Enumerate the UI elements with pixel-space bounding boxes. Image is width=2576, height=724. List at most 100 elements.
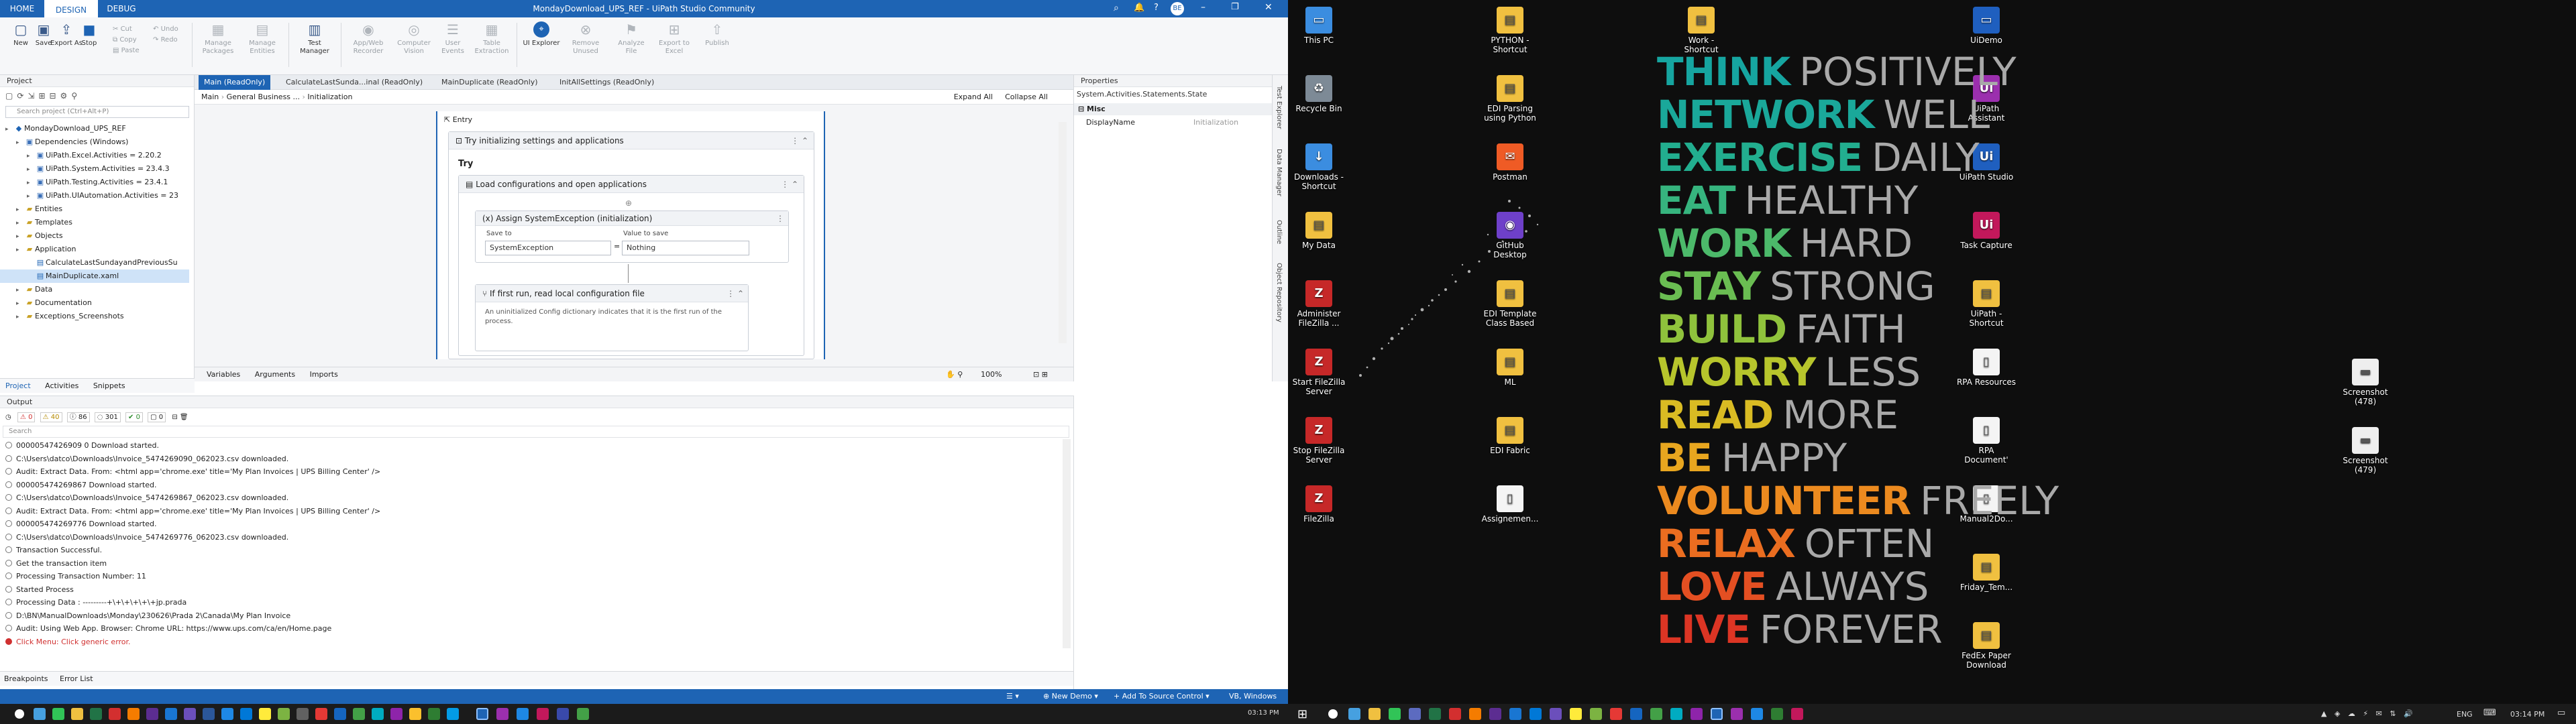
- tree-item[interactable]: ▸ ▰ Data: [0, 283, 52, 296]
- demo-selector[interactable]: ⊕ New Demo ▾: [1043, 689, 1098, 704]
- tab-arguments[interactable]: Arguments: [255, 370, 295, 379]
- uipath-robot-icon[interactable]: [517, 708, 529, 720]
- uipath-assistant-icon[interactable]: [496, 708, 508, 720]
- manage-packages-button[interactable]: ▦ Manage Packages: [199, 21, 237, 56]
- spreadsheet-icon[interactable]: [1771, 708, 1783, 720]
- log-line[interactable]: Audit: Extract Data. From: <html app='ch…: [5, 505, 380, 518]
- tab-debug[interactable]: DEBUG: [98, 0, 145, 17]
- chrome-icon[interactable]: [1650, 708, 1662, 720]
- tree-item[interactable]: ▸ ▰ Objects: [0, 229, 63, 243]
- cut-button[interactable]: ✂ Cut: [113, 24, 132, 34]
- fit-screen-icon[interactable]: ⊡ ⊞: [1033, 367, 1048, 382]
- pdf-icon[interactable]: [315, 708, 327, 720]
- cortana-icon[interactable]: [15, 709, 24, 719]
- postman-icon[interactable]: [1469, 708, 1481, 720]
- onenote-icon[interactable]: [1690, 708, 1703, 720]
- avatar[interactable]: BE: [1171, 2, 1184, 15]
- tab-snippets[interactable]: Snippets: [93, 381, 125, 390]
- expand-chevron-icon[interactable]: ▸: [27, 176, 35, 190]
- tab-outline[interactable]: Outline: [1275, 220, 1283, 244]
- tree-item[interactable]: ▸ ▰ Exceptions_Screenshots: [0, 310, 124, 323]
- if-activity[interactable]: ⑂ If first run, read local configuration…: [475, 284, 749, 351]
- vscode-icon[interactable]: [1529, 708, 1542, 720]
- onenote-icon[interactable]: [390, 708, 402, 720]
- expand-chevron-icon[interactable]: ▸: [16, 217, 24, 230]
- tree-item[interactable]: ▸ ▣ UiPath.Testing.Activities = 23.4.1: [0, 176, 168, 189]
- breadcrumb-item[interactable]: General Business ...: [227, 93, 300, 101]
- expand-chevron-icon[interactable]: ▸: [27, 163, 35, 176]
- tab-test-explorer[interactable]: Test Explorer: [1275, 86, 1283, 129]
- desktop-icon[interactable]: ✉ Postman: [1479, 143, 1541, 182]
- clear-icon[interactable]: ⊟ 🗑: [172, 414, 188, 421]
- assign-activity[interactable]: (x) Assign SystemException (initializati…: [475, 210, 789, 263]
- desktop-icon[interactable]: Z Administer FileZilla ...: [1288, 280, 1350, 328]
- pdf-icon[interactable]: [1610, 708, 1622, 720]
- help-icon[interactable]: ?: [1154, 3, 1159, 13]
- terminal-icon[interactable]: [297, 708, 309, 720]
- analyze-file-button[interactable]: ⚑ Analyze File: [612, 21, 651, 56]
- tab-design[interactable]: DESIGN: [44, 0, 98, 17]
- tree-item[interactable]: ▸ ▣ UiPath.System.Activities = 23.4.3: [0, 162, 170, 176]
- log-line[interactable]: Audit: Extract Data. From: <html app='ch…: [5, 465, 380, 479]
- expand-chevron-icon[interactable]: ▸: [16, 284, 24, 297]
- add-activity-icon[interactable]: ⊕: [625, 198, 632, 208]
- paste-button[interactable]: ▤ Paste: [113, 46, 140, 56]
- file-explorer-icon[interactable]: [1368, 708, 1381, 720]
- visual-studio-icon[interactable]: [1489, 708, 1501, 720]
- tab-imports[interactable]: Imports: [310, 370, 338, 379]
- tree-item[interactable]: ▸ ▰ Application: [0, 243, 76, 256]
- task-capture-icon[interactable]: [537, 708, 549, 720]
- desktop-icon[interactable]: ▤ EDI Template Class Based: [1479, 280, 1541, 328]
- notepad-icon[interactable]: [1590, 708, 1602, 720]
- uipath-assistant-icon[interactable]: [1731, 708, 1743, 720]
- filezilla-icon[interactable]: [109, 708, 121, 720]
- table-extraction-button[interactable]: ▦ Table Extraction: [472, 21, 511, 56]
- tab-activities[interactable]: Activities: [45, 381, 78, 390]
- ui-explorer-button[interactable]: ⌖ UI Explorer: [522, 21, 561, 48]
- search-icon[interactable]: ⌕: [1114, 3, 1119, 13]
- log-line[interactable]: Started Process: [5, 583, 74, 597]
- desktop-icon[interactable]: ▤ Work - Shortcut: [1670, 7, 1732, 54]
- log-line[interactable]: C:\Users\datco\Downloads\Invoice_5474269…: [5, 531, 288, 544]
- outlook-icon[interactable]: [1509, 708, 1521, 720]
- whatsapp-icon[interactable]: [1389, 708, 1401, 720]
- desktop-icon[interactable]: ▬ Screenshot (478): [2334, 359, 2396, 406]
- tab-error-list[interactable]: Error List: [60, 674, 93, 683]
- tree-item[interactable]: ▸ ▰ Entities: [0, 202, 62, 216]
- notes-icon[interactable]: [1570, 708, 1582, 720]
- clock-left[interactable]: 03:13 PM: [1248, 709, 1279, 717]
- publish-button[interactable]: ⇧ Publish: [698, 21, 737, 48]
- recorder-button[interactable]: ◉ App/Web Recorder: [349, 21, 388, 56]
- collapse-icon[interactable]: ⋮ ⌃: [791, 132, 808, 149]
- log-line[interactable]: Click Menu: Click generic error.: [5, 636, 131, 649]
- log-line[interactable]: C:\Users\datco\Downloads\Invoice_5474269…: [5, 491, 288, 505]
- trace-count[interactable]: ◌ 301: [94, 412, 121, 422]
- log-line[interactable]: Processing Transaction Number: 11: [5, 570, 146, 583]
- clock-right[interactable]: 03:14 PM: [2510, 710, 2544, 719]
- sequence-activity[interactable]: ▤ Load configurations and open applicati…: [458, 175, 804, 356]
- undo-button[interactable]: ↶ Undo: [153, 24, 178, 34]
- copy-button[interactable]: ⧉ Copy: [113, 35, 137, 45]
- breadcrumb-item[interactable]: Initialization: [307, 93, 352, 101]
- pan-icon[interactable]: ✋ ⚲: [946, 367, 963, 382]
- github-desktop-icon[interactable]: [184, 708, 196, 720]
- stop-button[interactable]: ■ Stop: [70, 21, 109, 48]
- notification-icon[interactable]: 🔔: [1134, 3, 1144, 13]
- file-explorer-icon[interactable]: [71, 708, 83, 720]
- tree-item[interactable]: ▸ ▣ UiPath.UIAutomation.Activities = 23: [0, 189, 178, 202]
- desktop-icon[interactable]: ♻ Recycle Bin: [1288, 75, 1350, 113]
- desktop-icon[interactable]: ▬ Screenshot (479): [2334, 427, 2396, 475]
- onedrive-icon[interactable]: [334, 708, 346, 720]
- save-to-field[interactable]: SystemException: [485, 241, 611, 255]
- github-desktop-icon[interactable]: [1550, 708, 1562, 720]
- edge-icon[interactable]: [221, 708, 233, 720]
- taskbar-app-icon[interactable]: [1348, 708, 1360, 720]
- uipath-studio-taskbar-icon[interactable]: [476, 708, 488, 720]
- other-count[interactable]: ▢ 0: [148, 412, 166, 422]
- expand-all-link[interactable]: Expand All: [954, 90, 993, 105]
- desktop-icon[interactable]: ▤ PYTHON - Shortcut: [1479, 7, 1541, 54]
- collapse-all-link[interactable]: Collapse All: [1005, 90, 1048, 105]
- tree-item[interactable]: ▸ ◆ MondayDownload_UPS_REF: [0, 122, 126, 135]
- output-search-input[interactable]: Search: [3, 426, 1069, 438]
- doc-tab-initallsettings[interactable]: InitAllSettings (ReadOnly): [554, 75, 659, 90]
